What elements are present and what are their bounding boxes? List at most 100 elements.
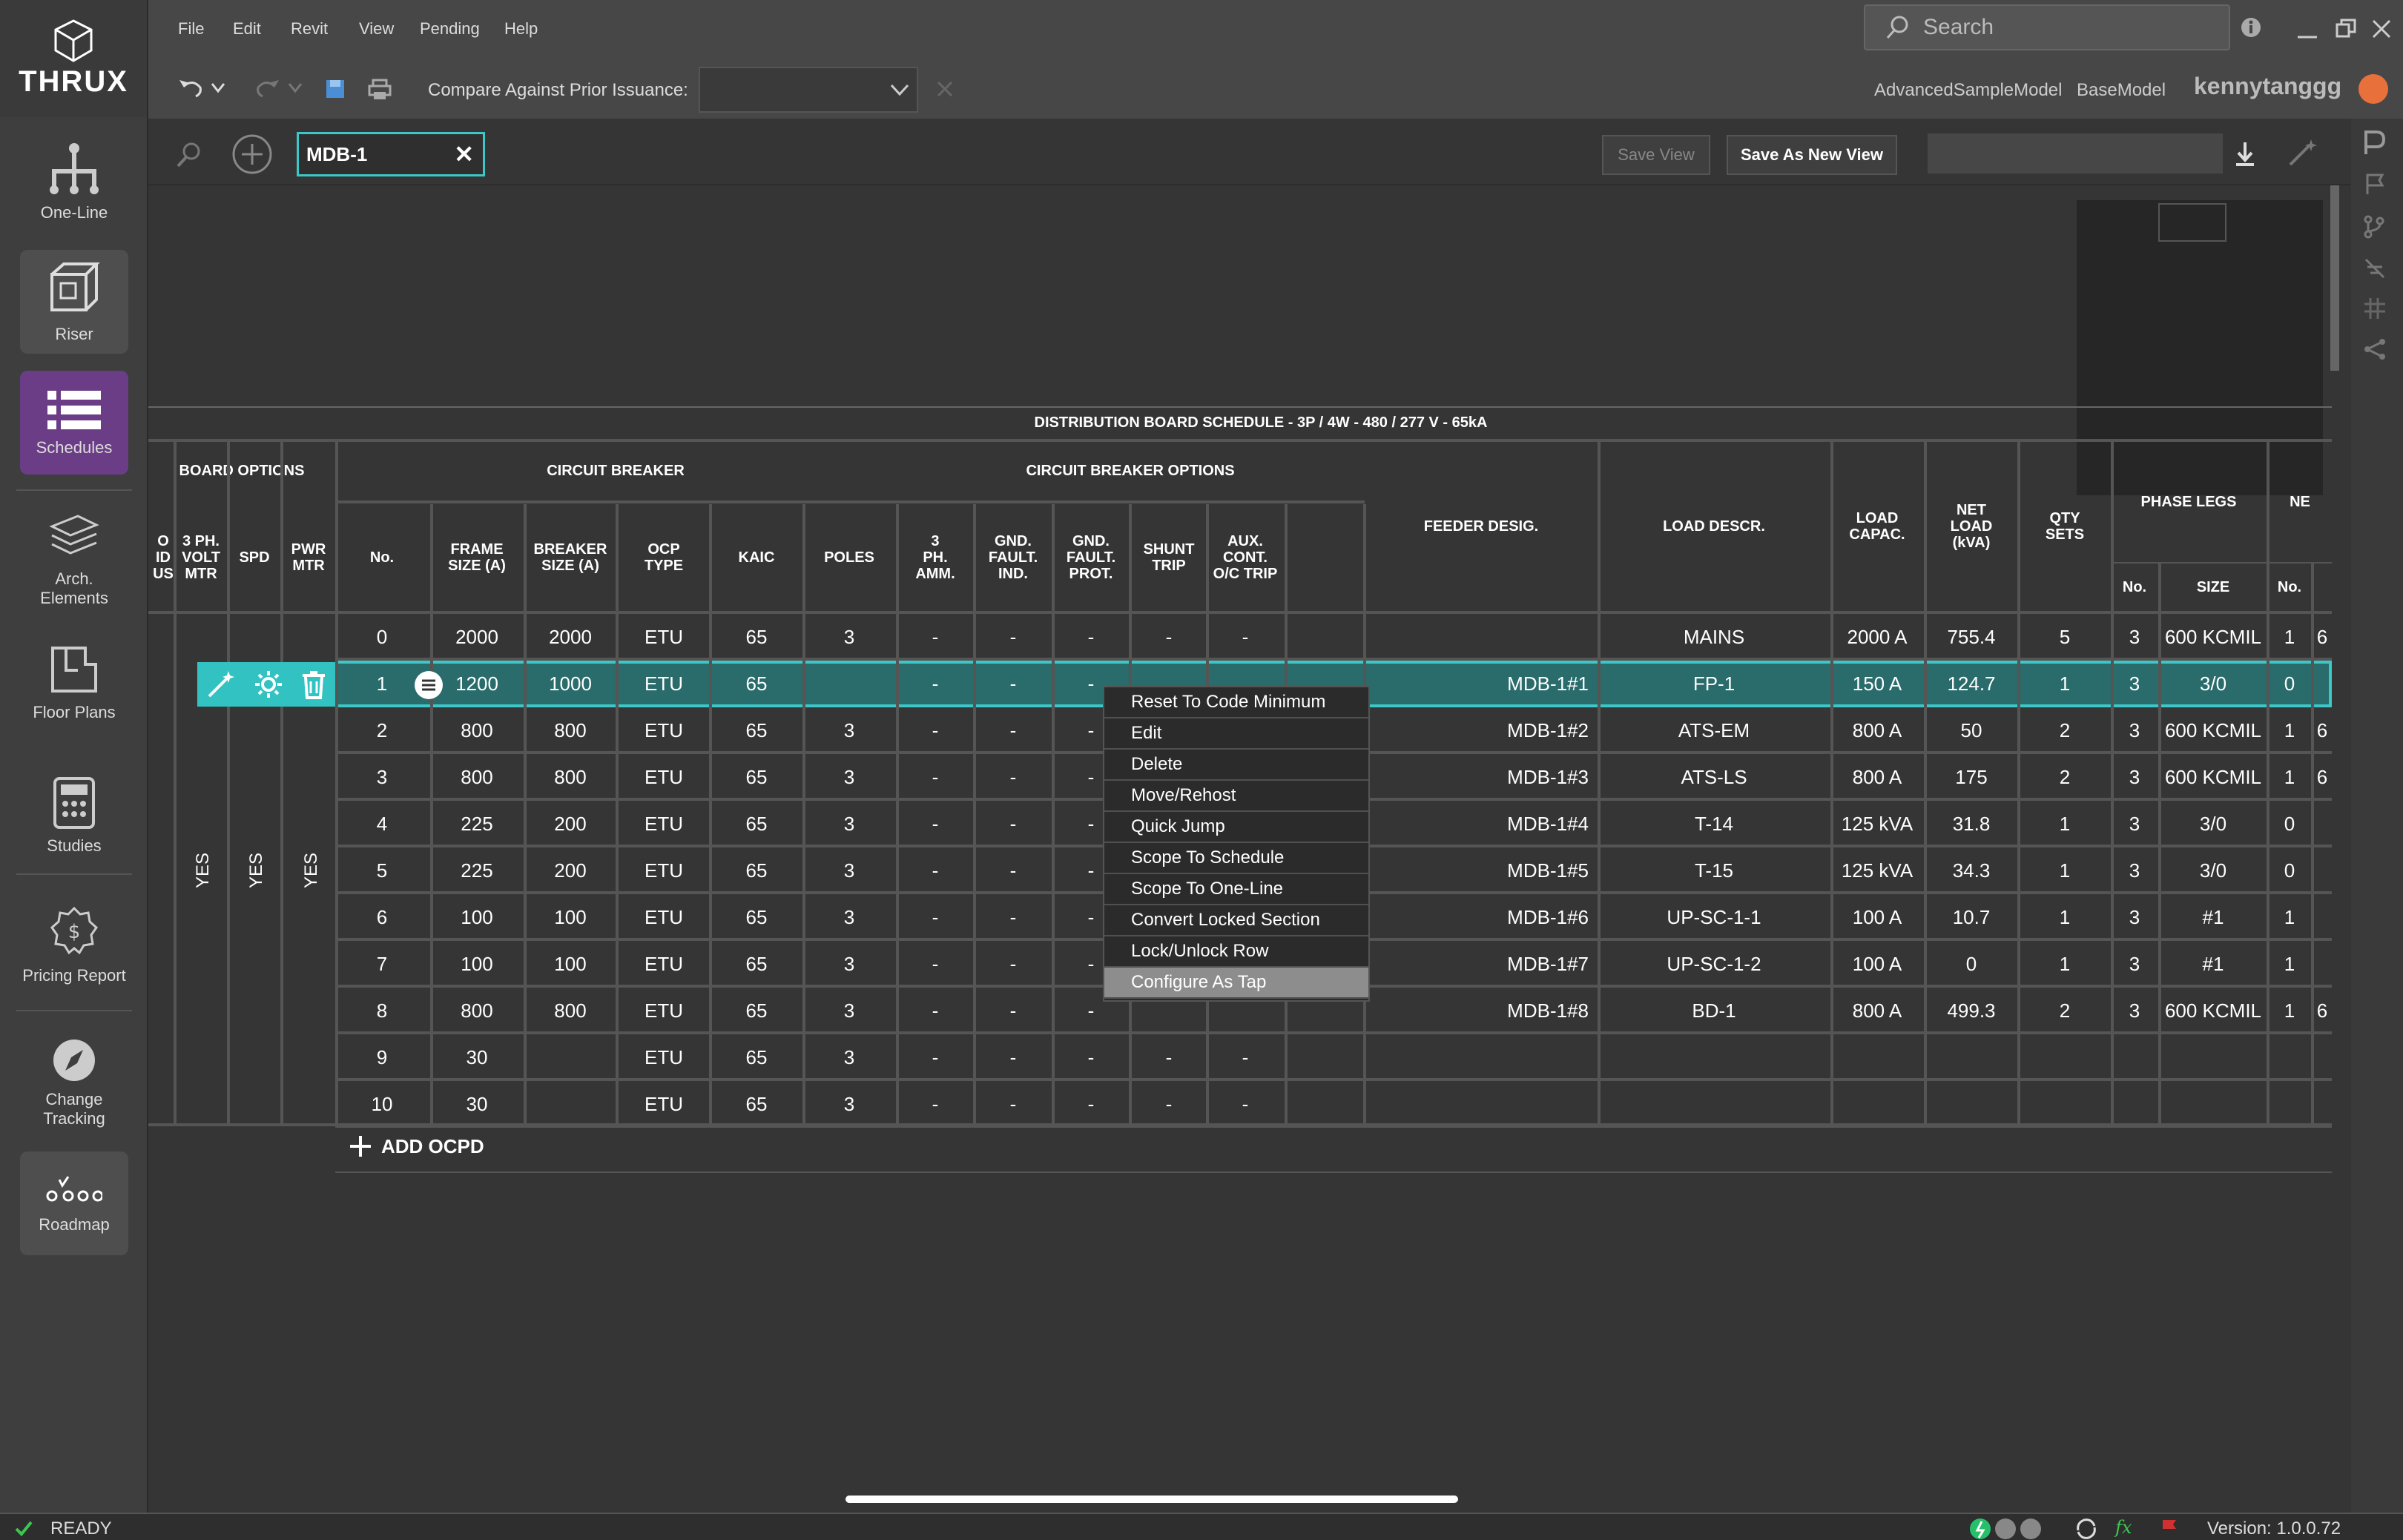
zoom-search-icon[interactable] <box>174 139 203 169</box>
table-cell[interactable]: - <box>1053 1034 1129 1081</box>
table-cell[interactable]: 65 <box>711 894 802 941</box>
table-cell[interactable]: 800 <box>525 707 616 754</box>
table-cell[interactable]: - <box>897 941 973 988</box>
table-cell[interactable]: 2 <box>2019 707 2111 754</box>
table-cell[interactable]: 65 <box>711 1081 802 1128</box>
table-cell[interactable]: 3 <box>804 894 894 941</box>
username[interactable]: kennytanggg <box>2194 73 2341 100</box>
nav-roadmap[interactable]: Roadmap <box>20 1151 128 1255</box>
table-cell[interactable] <box>2313 661 2332 707</box>
table-cell[interactable]: ETU <box>617 707 711 754</box>
table-cell[interactable]: 0 <box>2268 847 2311 894</box>
context-menu-item[interactable]: Convert Locked Section <box>1104 905 1368 936</box>
table-cell[interactable]: 4 <box>335 801 429 847</box>
table-cell[interactable]: - <box>1130 1081 1207 1128</box>
sync-status-icons[interactable] <box>1968 1517 2056 1540</box>
table-cell[interactable]: 0 <box>335 614 429 661</box>
close-tab-icon[interactable]: ✕ <box>454 140 474 168</box>
restore-icon[interactable] <box>2335 18 2357 40</box>
table-cell[interactable]: 3 <box>804 801 894 847</box>
table-cell[interactable]: 755.4 <box>1925 614 2017 661</box>
table-cell[interactable]: UP-SC-1-1 <box>1598 894 1830 941</box>
table-cell[interactable] <box>2313 941 2332 988</box>
nav-one-line[interactable]: One-Line <box>20 133 128 230</box>
table-cell[interactable]: 2000 A <box>1830 614 1924 661</box>
table-cell[interactable] <box>525 1081 616 1128</box>
context-menu-item[interactable]: Quick Jump <box>1104 812 1368 843</box>
table-cell[interactable]: 800 <box>525 754 616 801</box>
table-cell[interactable]: MDB-1#2 <box>1365 707 1598 754</box>
context-menu-item[interactable]: Edit <box>1104 718 1368 750</box>
filter-off-icon[interactable] <box>2363 257 2387 280</box>
table-cell[interactable] <box>1365 1034 1598 1081</box>
table-cell[interactable]: 800 A <box>1830 754 1924 801</box>
table-cell[interactable]: 3 <box>804 847 894 894</box>
formula-icon[interactable]: fx <box>2115 1517 2132 1538</box>
table-cell[interactable]: T-15 <box>1598 847 1830 894</box>
table-cell[interactable]: 1 <box>2268 707 2311 754</box>
table-cell[interactable] <box>2111 1034 2158 1081</box>
table-cell[interactable]: 1200 <box>432 661 522 707</box>
table-cell[interactable]: 3 <box>804 707 894 754</box>
table-cell[interactable]: - <box>975 801 1052 847</box>
table-cell[interactable]: 150 A <box>1830 661 1924 707</box>
table-cell[interactable]: 6 <box>2313 988 2332 1034</box>
table-cell[interactable]: 175 <box>1925 754 2017 801</box>
view-tab[interactable]: MDB-1 ✕ <box>297 132 485 176</box>
table-cell[interactable]: 0 <box>1925 941 2017 988</box>
settings-gear-icon[interactable] <box>254 670 283 699</box>
table-cell[interactable]: - <box>897 847 973 894</box>
table-cell[interactable]: 225 <box>432 801 522 847</box>
table-cell[interactable]: 3 <box>2111 801 2158 847</box>
download-icon[interactable] <box>2234 141 2256 168</box>
table-cell[interactable]: 100 <box>432 894 522 941</box>
table-cell[interactable]: 3 <box>804 1034 894 1081</box>
table-cell[interactable]: 6 <box>2313 707 2332 754</box>
save-as-new-view-button[interactable]: Save As New View <box>1727 135 1897 175</box>
table-cell[interactable]: 800 A <box>1830 707 1924 754</box>
table-cell[interactable]: - <box>897 707 973 754</box>
table-cell[interactable]: ETU <box>617 754 711 801</box>
table-cell[interactable]: 30 <box>432 1034 522 1081</box>
table-cell[interactable] <box>2268 1081 2311 1128</box>
magic-wand-icon[interactable] <box>2287 138 2317 168</box>
table-cell[interactable]: 800 <box>432 754 522 801</box>
table-cell[interactable]: 200 <box>525 801 616 847</box>
table-cell[interactable]: 3 <box>2111 614 2158 661</box>
table-cell[interactable]: 65 <box>711 707 802 754</box>
table-cell[interactable]: 65 <box>711 1034 802 1081</box>
table-cell[interactable]: - <box>1130 1034 1207 1081</box>
menu-help[interactable]: Help <box>504 19 538 39</box>
redo-dropdown-icon[interactable] <box>288 82 303 93</box>
table-cell[interactable]: - <box>975 941 1052 988</box>
undo-dropdown-icon[interactable] <box>211 82 225 93</box>
row-menu-icon[interactable] <box>414 670 444 700</box>
table-cell[interactable]: - <box>1207 614 1283 661</box>
table-cell[interactable]: ETU <box>617 801 711 847</box>
table-cell[interactable]: 100 <box>525 894 616 941</box>
table-cell[interactable]: 1 <box>2268 941 2311 988</box>
table-cell[interactable]: BD-1 <box>1598 988 1830 1034</box>
avatar[interactable] <box>2358 74 2388 104</box>
table-cell[interactable]: - <box>975 661 1052 707</box>
table-cell[interactable]: 10 <box>335 1081 429 1128</box>
table-cell[interactable]: - <box>897 614 973 661</box>
table-cell[interactable]: 2000 <box>432 614 522 661</box>
table-cell[interactable]: 1 <box>2268 894 2311 941</box>
table-cell[interactable] <box>1598 1034 1830 1081</box>
search-box[interactable]: Search <box>1864 4 2230 50</box>
table-cell[interactable]: 65 <box>711 847 802 894</box>
table-cell[interactable] <box>2313 1034 2332 1081</box>
nav-arch-elements[interactable]: Arch. Elements <box>20 512 128 608</box>
nav-floor-plans[interactable]: Floor Plans <box>20 634 128 730</box>
table-cell[interactable]: - <box>1053 1081 1129 1128</box>
table-cell[interactable]: 6 <box>2313 614 2332 661</box>
table-cell[interactable]: 7 <box>335 941 429 988</box>
properties-p-icon[interactable] <box>2363 130 2385 156</box>
table-cell[interactable]: - <box>975 988 1052 1034</box>
table-cell[interactable]: 9 <box>335 1034 429 1081</box>
model-base[interactable]: BaseModel <box>2077 80 2166 101</box>
table-cell[interactable]: ETU <box>617 614 711 661</box>
table-cell[interactable]: 600 KCMIL <box>2160 707 2267 754</box>
table-cell[interactable]: 3/0 <box>2160 661 2267 707</box>
